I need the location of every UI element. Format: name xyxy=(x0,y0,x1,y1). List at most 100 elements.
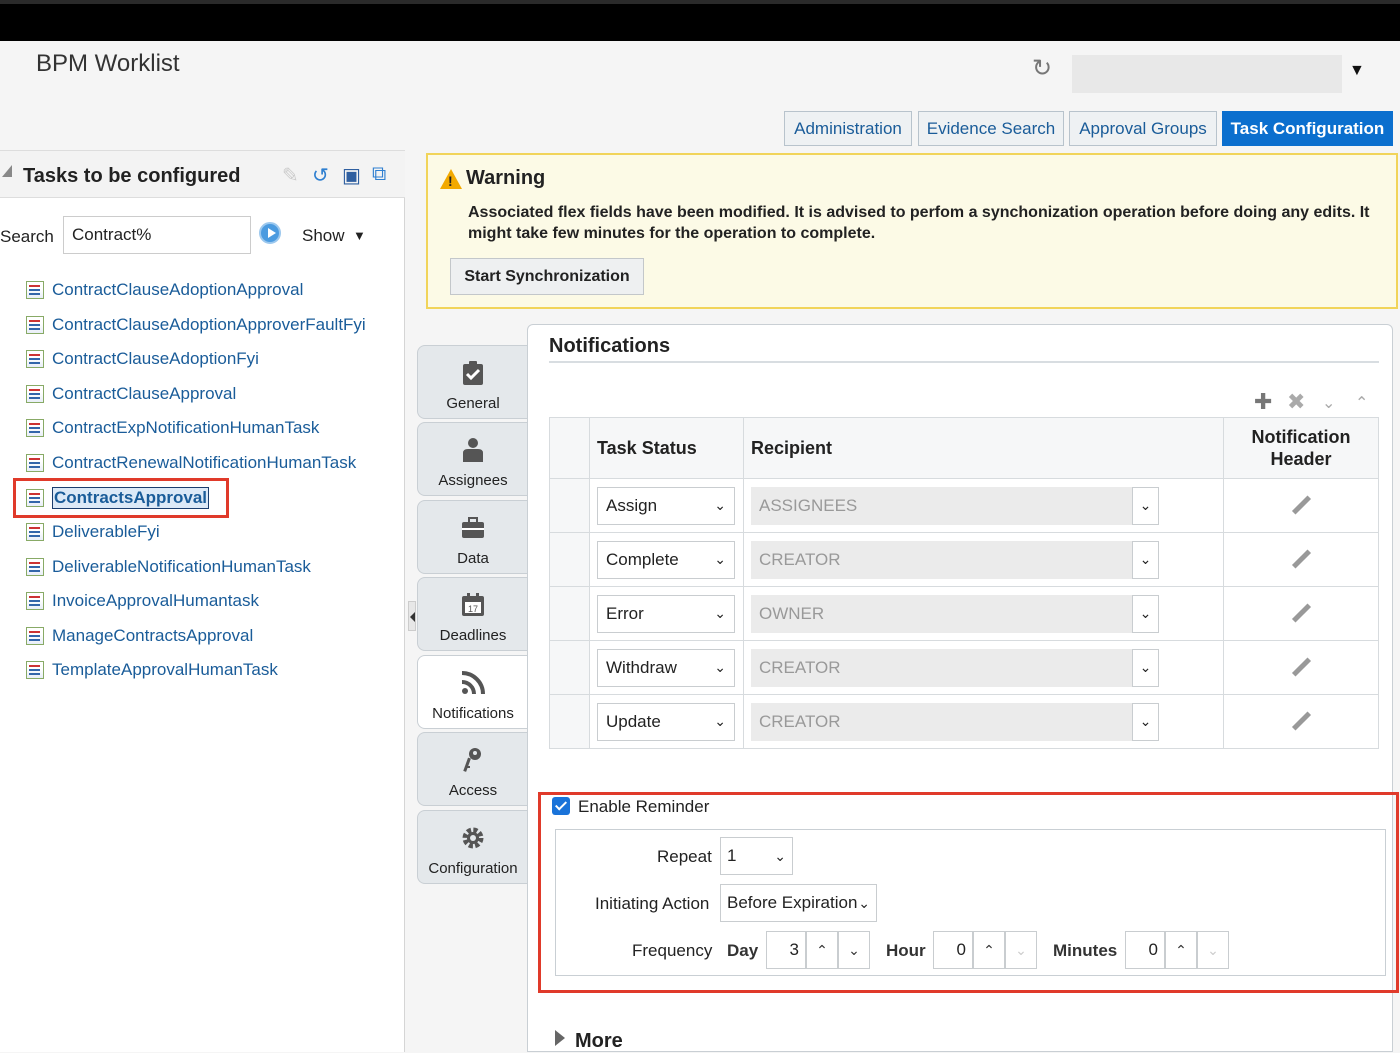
recipient-combo[interactable]: OWNER ⌄ xyxy=(751,594,1159,633)
task-label[interactable]: ContractClauseAdoptionFyi xyxy=(52,349,259,369)
table-row[interactable]: Error ⌄ OWNER ⌄ xyxy=(549,586,1379,641)
task-list-item[interactable]: ManageContractsApproval xyxy=(26,624,253,648)
refresh-icon[interactable]: ↻ xyxy=(1032,54,1052,83)
move-up-icon[interactable]: ⌃ xyxy=(1355,393,1368,413)
row-header-cell[interactable] xyxy=(549,694,590,749)
day-value[interactable]: 3 xyxy=(766,931,806,969)
task-label[interactable]: ContractRenewalNotificationHumanTask xyxy=(52,453,356,473)
minutes-increment-button[interactable]: ⌃ xyxy=(1165,931,1197,969)
task-list-item[interactable]: ContractClauseAdoptionApproval xyxy=(26,278,303,302)
day-increment-button[interactable]: ⌃ xyxy=(806,931,838,969)
expand-more-icon[interactable] xyxy=(555,1030,565,1046)
recipient-combo[interactable]: CREATOR ⌄ xyxy=(751,540,1159,579)
table-row[interactable]: Withdraw ⌄ CREATOR ⌄ xyxy=(549,640,1379,695)
edit-pencil-icon[interactable] xyxy=(1290,603,1312,625)
day-spinner[interactable]: 3 ⌃ ⌄ xyxy=(766,931,870,969)
global-search-input[interactable] xyxy=(1072,55,1342,93)
recipient-combo[interactable]: CREATOR ⌄ xyxy=(751,648,1159,687)
task-label[interactable]: ContractClauseAdoptionApproverFaultFyi xyxy=(52,315,366,335)
edit-pencil-icon[interactable] xyxy=(1290,711,1312,733)
recipient-dropdown-button[interactable]: ⌄ xyxy=(1132,594,1159,633)
minutes-value[interactable]: 0 xyxy=(1125,931,1165,969)
recipient-combo[interactable]: CREATOR ⌄ xyxy=(751,702,1159,741)
task-list-item[interactable]: ContractClauseAdoptionFyi xyxy=(26,347,259,371)
enable-reminder-checkbox[interactable] xyxy=(552,797,570,815)
repeat-select[interactable]: 1 ⌄ xyxy=(720,837,793,875)
save-icon[interactable]: ▣ xyxy=(342,163,361,188)
hour-spinner[interactable]: 0 ⌃ ⌄ xyxy=(933,931,1037,969)
day-decrement-button[interactable]: ⌄ xyxy=(838,931,870,969)
table-row[interactable]: Complete ⌄ CREATOR ⌄ xyxy=(549,532,1379,587)
row-header-cell[interactable] xyxy=(549,586,590,641)
initiating-action-select[interactable]: Before Expiration ⌄ xyxy=(720,884,877,922)
enable-reminder-label[interactable]: Enable Reminder xyxy=(578,797,709,817)
recipient-dropdown-button[interactable]: ⌄ xyxy=(1132,486,1159,525)
task-status-select[interactable]: Assign ⌄ xyxy=(597,486,735,525)
row-header-cell[interactable] xyxy=(549,478,590,533)
edit-pencil-icon[interactable] xyxy=(1290,657,1312,679)
collapse-triangle-icon[interactable] xyxy=(2,165,12,177)
commit-icon[interactable]: ⧉ xyxy=(372,163,386,186)
recipient-dropdown-button[interactable]: ⌄ xyxy=(1132,540,1159,579)
tab-approval-groups[interactable]: Approval Groups xyxy=(1069,111,1217,146)
task-list-item[interactable]: DeliverableNotificationHumanTask xyxy=(26,555,311,579)
task-search-input[interactable]: Contract% xyxy=(63,216,251,254)
task-status-select[interactable]: Error ⌄ xyxy=(597,594,735,633)
delete-icon[interactable]: ✖ xyxy=(1287,389,1305,415)
hour-decrement-button[interactable]: ⌄ xyxy=(1005,931,1037,969)
vtab-deadlines[interactable]: 17 Deadlines xyxy=(417,577,527,651)
edit-pencil-icon[interactable] xyxy=(1290,549,1312,571)
task-label[interactable]: DeliverableFyi xyxy=(52,522,160,542)
warning-message: Associated flex fields have been modifie… xyxy=(468,204,1370,242)
task-label[interactable]: ContractClauseAdoptionApproval xyxy=(52,280,303,300)
task-list-item[interactable]: ContractClauseApproval xyxy=(26,382,236,406)
table-row[interactable]: Update ⌄ CREATOR ⌄ xyxy=(549,694,1379,749)
task-label[interactable]: ManageContractsApproval xyxy=(52,626,253,646)
vtab-configuration[interactable]: Configuration xyxy=(417,810,527,884)
show-dropdown-icon[interactable]: ▼ xyxy=(353,228,366,243)
task-list-item[interactable]: DeliverableFyi xyxy=(26,520,160,544)
recipient-combo[interactable]: ASSIGNEES ⌄ xyxy=(751,486,1159,525)
hour-value[interactable]: 0 xyxy=(933,931,973,969)
tab-evidence-search[interactable]: Evidence Search xyxy=(918,111,1064,146)
vtab-assignees[interactable]: Assignees xyxy=(417,422,527,496)
recipient-dropdown-button[interactable]: ⌄ xyxy=(1132,702,1159,741)
task-list-item[interactable]: TemplateApprovalHumanTask xyxy=(26,658,278,682)
task-label[interactable]: InvoiceApprovalHumantask xyxy=(52,591,259,611)
task-label[interactable]: ContractClauseApproval xyxy=(52,384,236,404)
minutes-spinner[interactable]: 0 ⌃ ⌄ xyxy=(1125,931,1229,969)
vtab-notifications[interactable]: Notifications xyxy=(417,655,527,729)
task-list-item[interactable]: ContractExpNotificationHumanTask xyxy=(26,416,319,440)
collapse-left-icon[interactable] xyxy=(408,601,416,631)
task-list-item[interactable]: ContractClauseAdoptionApproverFaultFyi xyxy=(26,313,366,337)
add-icon[interactable]: ✚ xyxy=(1254,389,1272,415)
task-status-select[interactable]: Complete ⌄ xyxy=(597,540,735,579)
task-label[interactable]: DeliverableNotificationHumanTask xyxy=(52,557,311,577)
undo-icon[interactable]: ↺ xyxy=(312,163,329,188)
recipient-dropdown-button[interactable]: ⌄ xyxy=(1132,648,1159,687)
vtab-access[interactable]: Access xyxy=(417,732,527,806)
task-status-select[interactable]: Withdraw ⌄ xyxy=(597,648,735,687)
edit-pencil-icon[interactable] xyxy=(1290,495,1312,517)
table-row[interactable]: Assign ⌄ ASSIGNEES ⌄ xyxy=(549,478,1379,533)
task-label[interactable]: ContractExpNotificationHumanTask xyxy=(52,418,319,438)
minutes-decrement-button[interactable]: ⌄ xyxy=(1197,931,1229,969)
edit-pencil-icon[interactable]: ✎ xyxy=(282,163,299,188)
chevron-down-icon[interactable]: ▼ xyxy=(1349,62,1365,80)
vtab-general[interactable]: General xyxy=(417,345,527,419)
start-synchronization-button[interactable]: Start Synchronization xyxy=(450,258,644,295)
show-menu-label[interactable]: Show xyxy=(302,226,345,246)
move-down-icon[interactable]: ⌄ xyxy=(1322,393,1335,413)
more-section-label[interactable]: More xyxy=(575,1030,623,1053)
task-list-item[interactable]: ContractRenewalNotificationHumanTask xyxy=(26,451,356,475)
task-list-item[interactable]: InvoiceApprovalHumantask xyxy=(26,589,259,613)
task-status-select[interactable]: Update ⌄ xyxy=(597,702,735,741)
tab-task-configuration[interactable]: Task Configuration xyxy=(1222,111,1393,146)
search-go-icon[interactable] xyxy=(259,222,281,244)
vtab-data[interactable]: Data xyxy=(417,500,527,574)
task-label[interactable]: TemplateApprovalHumanTask xyxy=(52,660,278,680)
hour-increment-button[interactable]: ⌃ xyxy=(973,931,1005,969)
tab-administration[interactable]: Administration xyxy=(784,111,912,146)
row-header-cell[interactable] xyxy=(549,532,590,587)
row-header-cell[interactable] xyxy=(549,640,590,695)
